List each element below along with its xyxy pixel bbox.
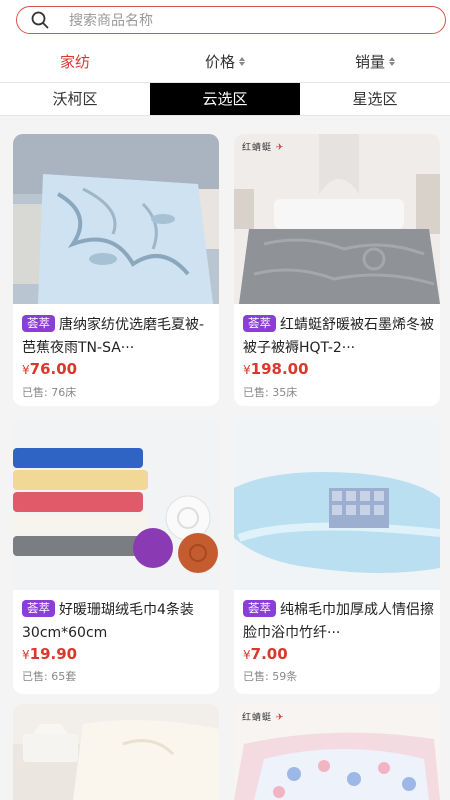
product-title: 荟萃 唐纳家纺优选磨毛夏被-芭蕉夜雨TN-SA··· [22, 314, 214, 360]
sort-tab-price[interactable]: 价格 [150, 51, 300, 72]
sort-bar: 家纺 价格 销量 [0, 40, 450, 82]
sort-tab-category[interactable]: 家纺 [0, 51, 150, 72]
search-icon [31, 11, 49, 29]
product-card[interactable]: 红蜻蜓 ✈ [234, 704, 440, 800]
product-image [13, 418, 219, 590]
sort-tab-sales[interactable]: 销量 [300, 51, 450, 72]
product-image: 红蜻蜓 ✈ [234, 704, 440, 800]
product-title: 荟萃 好暖珊瑚绒毛巾4条装30cm*60cm [22, 599, 214, 645]
product-image [13, 134, 219, 304]
product-sold-count: 已售: 59条 [243, 670, 298, 683]
product-sold-count: 已售: 65套 [22, 670, 77, 683]
product-image: 红蜻蜓 ✈ [234, 134, 440, 304]
product-title: 荟萃 红蜻蜓舒暖被石墨烯冬被被子被褥HQT-2··· [243, 314, 435, 360]
brand-logo: 红蜻蜓 ✈ [242, 713, 285, 723]
product-card[interactable]: 红蜻蜓 ✈ 荟萃 红蜻蜓舒暖被石墨烯冬被被子被褥HQT-2··· ¥198.00 … [234, 134, 440, 406]
product-price: ¥19.90 [22, 645, 78, 663]
zone-tabs: 沃柯区 云选区 星选区 [0, 82, 450, 116]
sort-tab-label: 家纺 [59, 52, 90, 71]
product-tag: 荟萃 [22, 315, 55, 332]
zone-tab-woke[interactable]: 沃柯区 [0, 83, 150, 115]
search-placeholder: 搜索商品名称 [69, 13, 153, 29]
product-tag: 荟萃 [243, 315, 276, 332]
product-tag: 荟萃 [243, 600, 276, 617]
zone-tab-xingxuan[interactable]: 星选区 [300, 83, 450, 115]
sort-tab-label: 销量 [354, 52, 385, 71]
product-card[interactable]: 荟萃 纯棉毛巾加厚成人情侣擦脸巾浴巾竹纤··· ¥7.00 已售: 59条 [234, 418, 440, 694]
sort-tab-label: 价格 [204, 52, 235, 71]
product-image [13, 704, 219, 800]
product-card[interactable] [13, 704, 219, 800]
search-input[interactable]: 搜索商品名称 [16, 6, 446, 34]
sort-arrows-icon [239, 56, 245, 66]
product-card[interactable]: 荟萃 好暖珊瑚绒毛巾4条装30cm*60cm ¥19.90 已售: 65套 [13, 418, 219, 694]
product-sold-count: 已售: 76床 [22, 386, 77, 399]
top-bar: 搜索商品名称 [0, 0, 450, 40]
sort-arrows-icon [389, 56, 395, 66]
product-card[interactable]: 荟萃 唐纳家纺优选磨毛夏被-芭蕉夜雨TN-SA··· ¥76.00 已售: 76床 [13, 134, 219, 406]
product-sold-count: 已售: 35床 [243, 386, 298, 399]
zone-tab-yunxuan[interactable]: 云选区 [150, 83, 300, 115]
product-price: ¥7.00 [243, 645, 288, 663]
product-title: 荟萃 纯棉毛巾加厚成人情侣擦脸巾浴巾竹纤··· [243, 599, 435, 645]
product-price: ¥76.00 [22, 360, 78, 378]
brand-logo: 红蜻蜓 ✈ [242, 143, 285, 153]
product-tag: 荟萃 [22, 600, 55, 617]
product-price: ¥198.00 [243, 360, 309, 378]
product-image [234, 418, 440, 590]
